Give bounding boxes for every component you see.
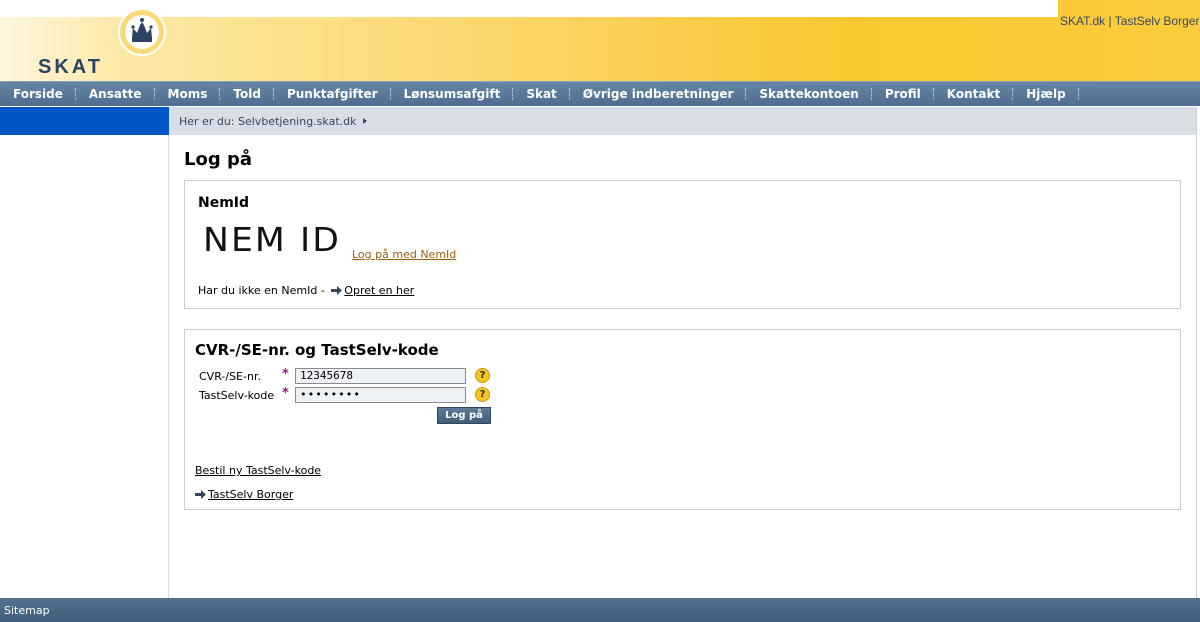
nemid-question-text: Har du ikke en NemId - bbox=[198, 284, 325, 297]
skat-logo-text[interactable]: SKAT bbox=[38, 56, 103, 79]
cvr-help-icon[interactable]: ? bbox=[475, 368, 490, 383]
nav-item-profil[interactable]: Profil bbox=[872, 88, 934, 100]
nav-item-skattekontoen[interactable]: Skattekontoen bbox=[746, 88, 872, 100]
tastselv-borger-link[interactable]: TastSelv Borger bbox=[208, 488, 293, 501]
breadcrumb-arrow-icon bbox=[362, 118, 367, 124]
svg-text:NEM ID: NEM ID bbox=[203, 221, 341, 255]
nav-item-lonsumsafgift[interactable]: Lønsumsafgift bbox=[391, 88, 514, 100]
nemid-create-row: Har du ikke en NemId - Opret en her bbox=[198, 284, 414, 297]
sidebar-divider bbox=[168, 135, 169, 598]
site-footer: Sitemap bbox=[0, 598, 1200, 622]
arrow-right-icon bbox=[331, 286, 343, 295]
tastselv-code-label: TastSelv-kode bbox=[199, 389, 275, 402]
cvr-input[interactable]: 12345678 bbox=[295, 368, 466, 384]
breadcrumb-text[interactable]: Her er du: Selvbetjening.skat.dk bbox=[179, 115, 357, 128]
cvr-label: CVR-/SE-nr. bbox=[199, 370, 261, 383]
code-required-mark: * bbox=[282, 386, 289, 401]
nav-item-moms[interactable]: Moms bbox=[155, 88, 221, 100]
login-button[interactable]: Log på bbox=[437, 407, 491, 424]
breadcrumb: Her er du: Selvbetjening.skat.dk bbox=[169, 107, 1196, 135]
tastselv-borger-row: TastSelv Borger bbox=[195, 488, 293, 501]
crown-icon[interactable] bbox=[118, 8, 166, 56]
tastselv-code-input[interactable]: •••••••• bbox=[295, 387, 466, 403]
nav-item-ovrige-indberetninger[interactable]: Øvrige indberetninger bbox=[570, 88, 747, 100]
main-nav: Forside Ansatte Moms Told Punktafgifter … bbox=[0, 81, 1200, 106]
cvr-required-mark: * bbox=[282, 367, 289, 382]
nav-item-forside[interactable]: Forside bbox=[0, 88, 76, 100]
site-header: SKAT.dk | TastSelv Borger SKAT bbox=[0, 0, 1200, 81]
sidebar-accent bbox=[0, 107, 169, 135]
nav-item-kontakt[interactable]: Kontakt bbox=[934, 88, 1014, 100]
code-help-icon[interactable]: ? bbox=[475, 387, 490, 402]
order-new-code-link[interactable]: Bestil ny TastSelv-kode bbox=[195, 464, 321, 477]
nemid-create-link[interactable]: Opret en her bbox=[344, 284, 414, 297]
nemid-heading: NemId bbox=[198, 195, 250, 211]
nav-item-ansatte[interactable]: Ansatte bbox=[76, 88, 155, 100]
nemid-login-link[interactable]: Log på med NemId bbox=[352, 248, 456, 261]
nav-item-told[interactable]: Told bbox=[220, 88, 274, 100]
cvr-heading: CVR-/SE-nr. og TastSelv-kode bbox=[195, 341, 439, 359]
nemid-logo[interactable]: NEM ID bbox=[203, 221, 343, 255]
cvr-login-box: CVR-/SE-nr. og TastSelv-kode CVR-/SE-nr.… bbox=[184, 329, 1181, 510]
arrow-right-icon bbox=[195, 490, 206, 499]
header-top-links: SKAT.dk | TastSelv Borger bbox=[1060, 14, 1200, 36]
nav-item-punktafgifter[interactable]: Punktafgifter bbox=[274, 88, 391, 100]
content-right-border bbox=[1196, 107, 1197, 598]
skat-dk-link[interactable]: SKAT.dk bbox=[1060, 14, 1105, 28]
tastselv-borger-top-link[interactable]: TastSelv Borger bbox=[1115, 14, 1200, 28]
top-links-separator: | bbox=[1108, 14, 1112, 28]
sitemap-link[interactable]: Sitemap bbox=[4, 604, 50, 617]
nav-item-hjaelp[interactable]: Hjælp bbox=[1013, 88, 1079, 100]
nav-item-skat[interactable]: Skat bbox=[513, 88, 570, 100]
nemid-login-box: NemId NEM ID Log på med NemId Har du ikk… bbox=[184, 180, 1181, 309]
page-title: Log på bbox=[184, 149, 253, 170]
